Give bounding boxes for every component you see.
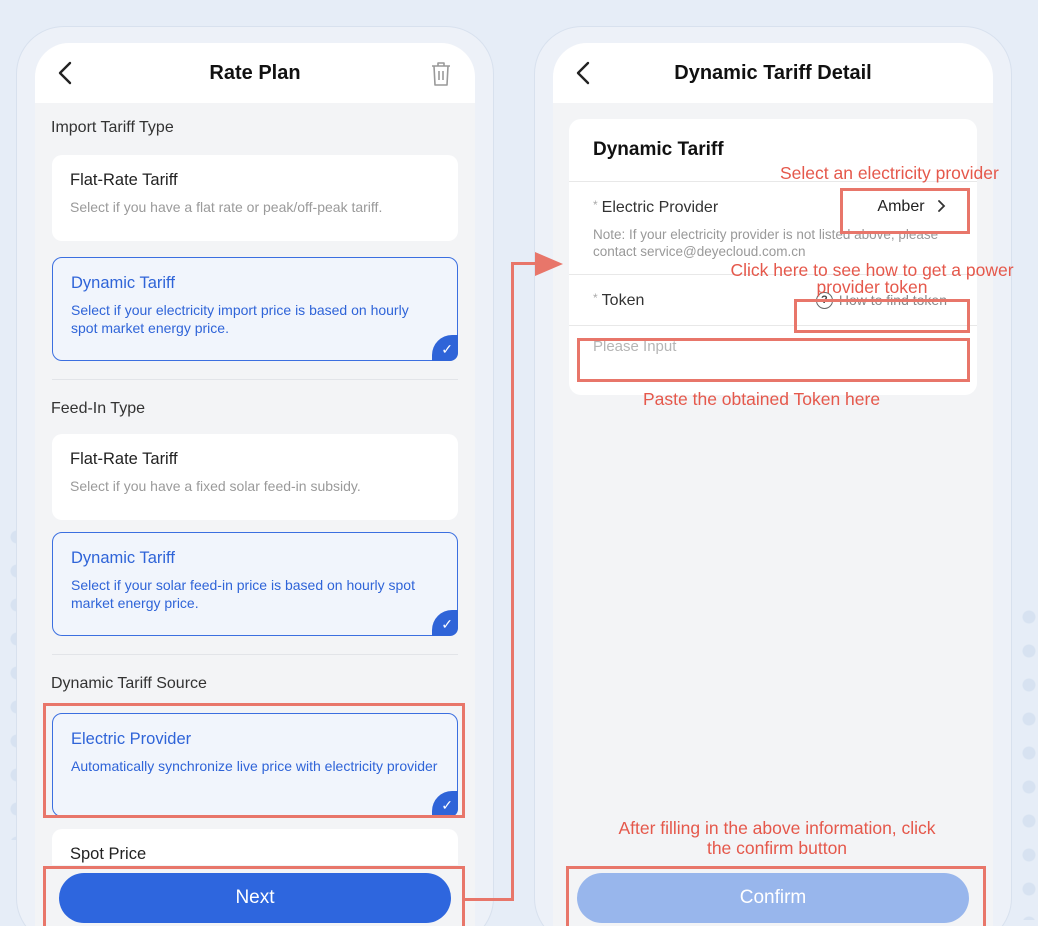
arrow-head-icon [535,252,563,276]
confirm-footer: Confirm [553,865,993,926]
annotation-paste-token: Paste the obtained Token here [643,389,881,409]
annotation-click-here: Click here to see how to get a power pro… [730,260,1014,297]
page-title: Dynamic Tariff Detail [674,61,872,84]
annotation-arrow [511,262,537,265]
provider-value: Amber [877,198,925,215]
checkmark-icon: ✓ [432,610,458,636]
annotation-arrow [511,262,514,901]
card-title: Electric Provider [71,730,192,748]
nav-bar: Dynamic Tariff Detail [553,43,993,103]
provider-note: Note: If your electricity provider is no… [593,227,939,259]
provider-select[interactable]: Amber [877,198,953,216]
trash-icon[interactable] [429,61,453,87]
required-mark: * [593,290,598,305]
next-button[interactable]: Next [59,873,451,923]
import-flat-rate-card[interactable]: Flat-Rate Tariff Select if you have a fl… [52,155,458,241]
field-label: * Token [593,291,644,310]
card-title: Dynamic Tariff [71,549,175,567]
import-dynamic-tariff-card[interactable]: Dynamic Tariff Select if your electricit… [52,257,458,361]
confirm-button[interactable]: Confirm [577,873,969,923]
phone-dynamic-tariff-detail: Dynamic Tariff Detail Dynamic Tariff * El… [534,26,1012,926]
phone-rate-plan: Rate Plan Import Tariff Type Flat-Rate T… [16,26,494,926]
feedin-flat-rate-card[interactable]: Flat-Rate Tariff Select if you have a fi… [52,434,458,520]
annotation-select-provider: Select an electricity provider [780,163,999,183]
required-mark: * [593,197,598,212]
next-footer: Next [35,865,475,926]
token-input[interactable] [593,326,953,366]
panel-title: Dynamic Tariff [593,139,724,160]
chevron-left-icon[interactable] [55,61,77,85]
electric-provider-row: * Electric Provider Amber [593,182,953,232]
rate-plan-screen: Rate Plan Import Tariff Type Flat-Rate T… [35,43,475,926]
field-label: * Electric Provider [593,198,718,217]
card-title: Flat-Rate Tariff [70,450,178,468]
card-title: Spot Price [70,845,147,863]
checkmark-icon: ✓ [432,791,458,817]
import-tariff-label: Import Tariff Type [51,119,174,136]
card-description: Select if your solar feed-in price is ba… [71,577,415,611]
dynamic-tariff-source-label: Dynamic Tariff Source [51,675,207,692]
card-title: Flat-Rate Tariff [70,171,178,189]
card-description: Select if you have a fixed solar feed-in… [70,478,361,494]
annotation-arrow [465,898,513,901]
card-description: Select if your electricity import price … [71,302,409,336]
feed-in-type-label: Feed-In Type [51,400,145,417]
card-description: Automatically synchronize live price wit… [71,758,438,774]
token-label: Token [601,291,645,309]
dynamic-tariff-panel: Dynamic Tariff * Electric Provider Amber … [569,119,977,395]
annotation-after-fill: After filling in the above information, … [618,818,936,858]
feedin-dynamic-tariff-card[interactable]: Dynamic Tariff Select if your solar feed… [52,532,458,636]
card-description: Select if you have a flat rate or peak/o… [70,199,383,215]
checkmark-icon: ✓ [432,335,458,361]
nav-bar: Rate Plan [35,43,475,103]
electric-provider-label: Electric Provider [601,198,719,216]
chevron-right-icon [938,200,946,212]
source-electric-provider-card[interactable]: Electric Provider Automatically synchron… [52,713,458,817]
page-title: Rate Plan [209,61,301,84]
chevron-left-icon[interactable] [573,61,595,85]
card-title: Dynamic Tariff [71,274,175,292]
